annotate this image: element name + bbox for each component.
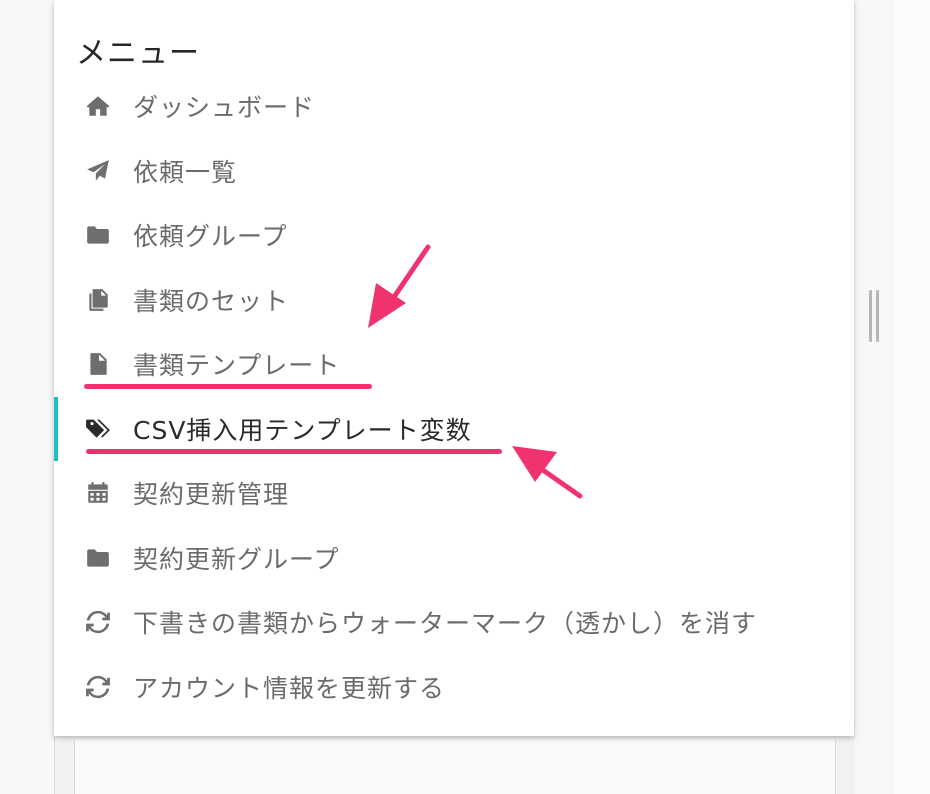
menu-item-label: ダッシュボード [133,93,316,123]
menu-item-request-list[interactable]: 依頼一覧 [54,139,854,204]
menu-item-contract-renewal-group[interactable]: 契約更新グループ [54,526,854,591]
menu-item-label: CSV挿入用テンプレート変数 [133,415,472,445]
menu-item-label: 依頼一覧 [133,157,238,187]
menu-list: ダッシュボード 依頼一覧 依頼グループ 書類のセット 書類テンプレート CSV挿… [54,74,854,719]
menu-item-document-set[interactable]: 書類のセット [54,268,854,333]
tags-icon [84,415,112,443]
folder-icon [84,544,112,572]
resize-handle[interactable] [869,290,881,342]
annotation-underline-document-template [84,384,372,389]
menu-item-label: 依頼グループ [133,222,288,252]
menu-title: メニュー [76,36,200,71]
calendar-icon [84,479,112,507]
menu-item-label: アカウント情報を更新する [133,673,446,703]
sync-icon [84,673,112,701]
copy-icon [84,286,112,314]
menu-item-request-group[interactable]: 依頼グループ [54,203,854,268]
content-inner-panel [74,740,836,794]
menu-item-label: 契約更新管理 [133,480,290,510]
menu-item-label: 契約更新グループ [133,544,340,574]
menu-item-remove-watermark[interactable]: 下書きの書類からウォーターマーク（透かし）を消す [54,590,854,655]
paper-plane-icon [84,157,112,185]
background-right-strip [893,0,930,794]
background-left [0,0,54,794]
menu-item-label: 下書きの書類からウォーターマーク（透かし）を消す [133,609,758,639]
file-icon [84,350,112,378]
menu-panel: メニュー ダッシュボード 依頼一覧 依頼グループ 書類のセット 書類テンプレート… [54,0,854,736]
annotation-underline-csv-variables [86,449,502,454]
folder-icon [84,221,112,249]
sync-icon [84,608,112,636]
home-icon [84,92,112,120]
menu-item-update-account[interactable]: アカウント情報を更新する [54,655,854,720]
menu-item-dashboard[interactable]: ダッシュボード [54,74,854,139]
menu-item-contract-renewal[interactable]: 契約更新管理 [54,461,854,526]
menu-item-label: 書類テンプレート [133,351,341,381]
menu-item-label: 書類のセット [133,286,290,316]
